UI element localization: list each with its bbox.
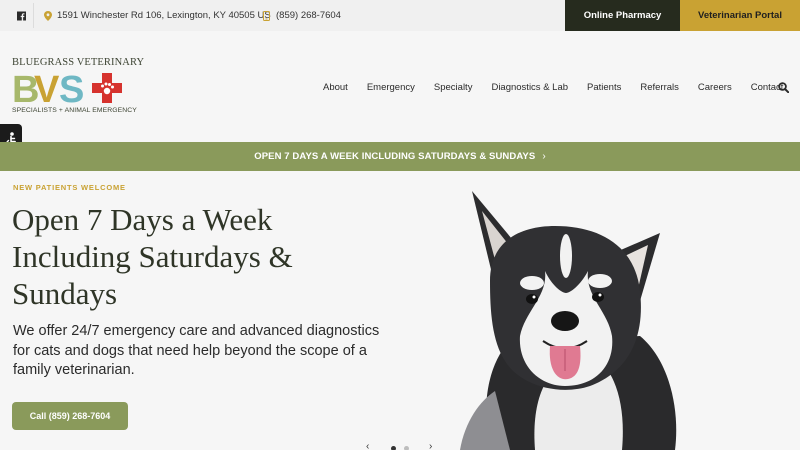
phone-icon [263,10,270,21]
nav-item-about[interactable]: About [323,82,348,93]
announcement-text: OPEN 7 DAYS A WEEK INCLUDING SATURDAYS &… [254,151,536,162]
phone-text: (859) 268-7604 [276,10,341,21]
nav-item-diagnostics[interactable]: Diagnostics & Lab [491,82,568,93]
svg-text:S: S [59,69,83,107]
hero-title: Open 7 Days a Week Including Saturdays &… [12,202,293,311]
logo-top-text: BLUEGRASS VETERINARY [12,57,145,68]
facebook-icon [17,11,26,20]
nav-item-careers[interactable]: Careers [698,82,732,93]
site-logo[interactable]: BLUEGRASS VETERINARY B V S SPECIALISTS +… [12,57,144,117]
call-button[interactable]: Call (859) 268-7604 [12,402,128,430]
map-pin-icon [44,10,52,21]
address-text: 1591 Winchester Rd 106, Lexington, KY 40… [57,10,271,21]
nav-item-patients[interactable]: Patients [587,82,621,93]
chevron-right-icon: › [542,151,546,162]
slider-dot[interactable] [404,446,409,450]
hero-section: NEW PATIENTS WELCOME Open 7 Days a Week … [0,171,800,450]
nav-item-referrals[interactable]: Referrals [640,82,679,93]
facebook-link[interactable] [10,3,34,28]
announcement-bar[interactable]: OPEN 7 DAYS A WEEK INCLUDING SATURDAYS &… [0,142,800,171]
logo-bottom-text: SPECIALISTS + ANIMAL EMERGENCY [12,107,137,114]
address-link[interactable]: 1591 Winchester Rd 106, Lexington, KY 40… [44,0,271,31]
puppy-image [460,191,677,450]
logo-mark-icon: B V S [12,69,122,107]
top-bar: 1591 Winchester Rd 106, Lexington, KY 40… [0,0,800,31]
search-icon[interactable] [778,82,789,93]
hero-kicker: NEW PATIENTS WELCOME [13,183,126,192]
phone-link[interactable]: (859) 268-7604 [263,0,341,31]
slider-next-button[interactable]: › [429,441,432,450]
online-pharmacy-button[interactable]: Online Pharmacy [565,0,680,31]
hero-slider-controls: ‹ › [362,441,442,450]
hero-subtitle: We offer 24/7 emergency care and advance… [13,323,380,378]
nav-item-specialty[interactable]: Specialty [434,82,473,93]
slider-prev-button[interactable]: ‹ [366,441,369,450]
veterinarian-portal-button[interactable]: Veterinarian Portal [680,0,800,31]
svg-text:V: V [34,69,60,107]
main-nav: About Emergency Specialty Diagnostics & … [323,80,800,94]
nav-item-emergency[interactable]: Emergency [367,82,415,93]
slider-dot-active[interactable] [391,446,396,450]
